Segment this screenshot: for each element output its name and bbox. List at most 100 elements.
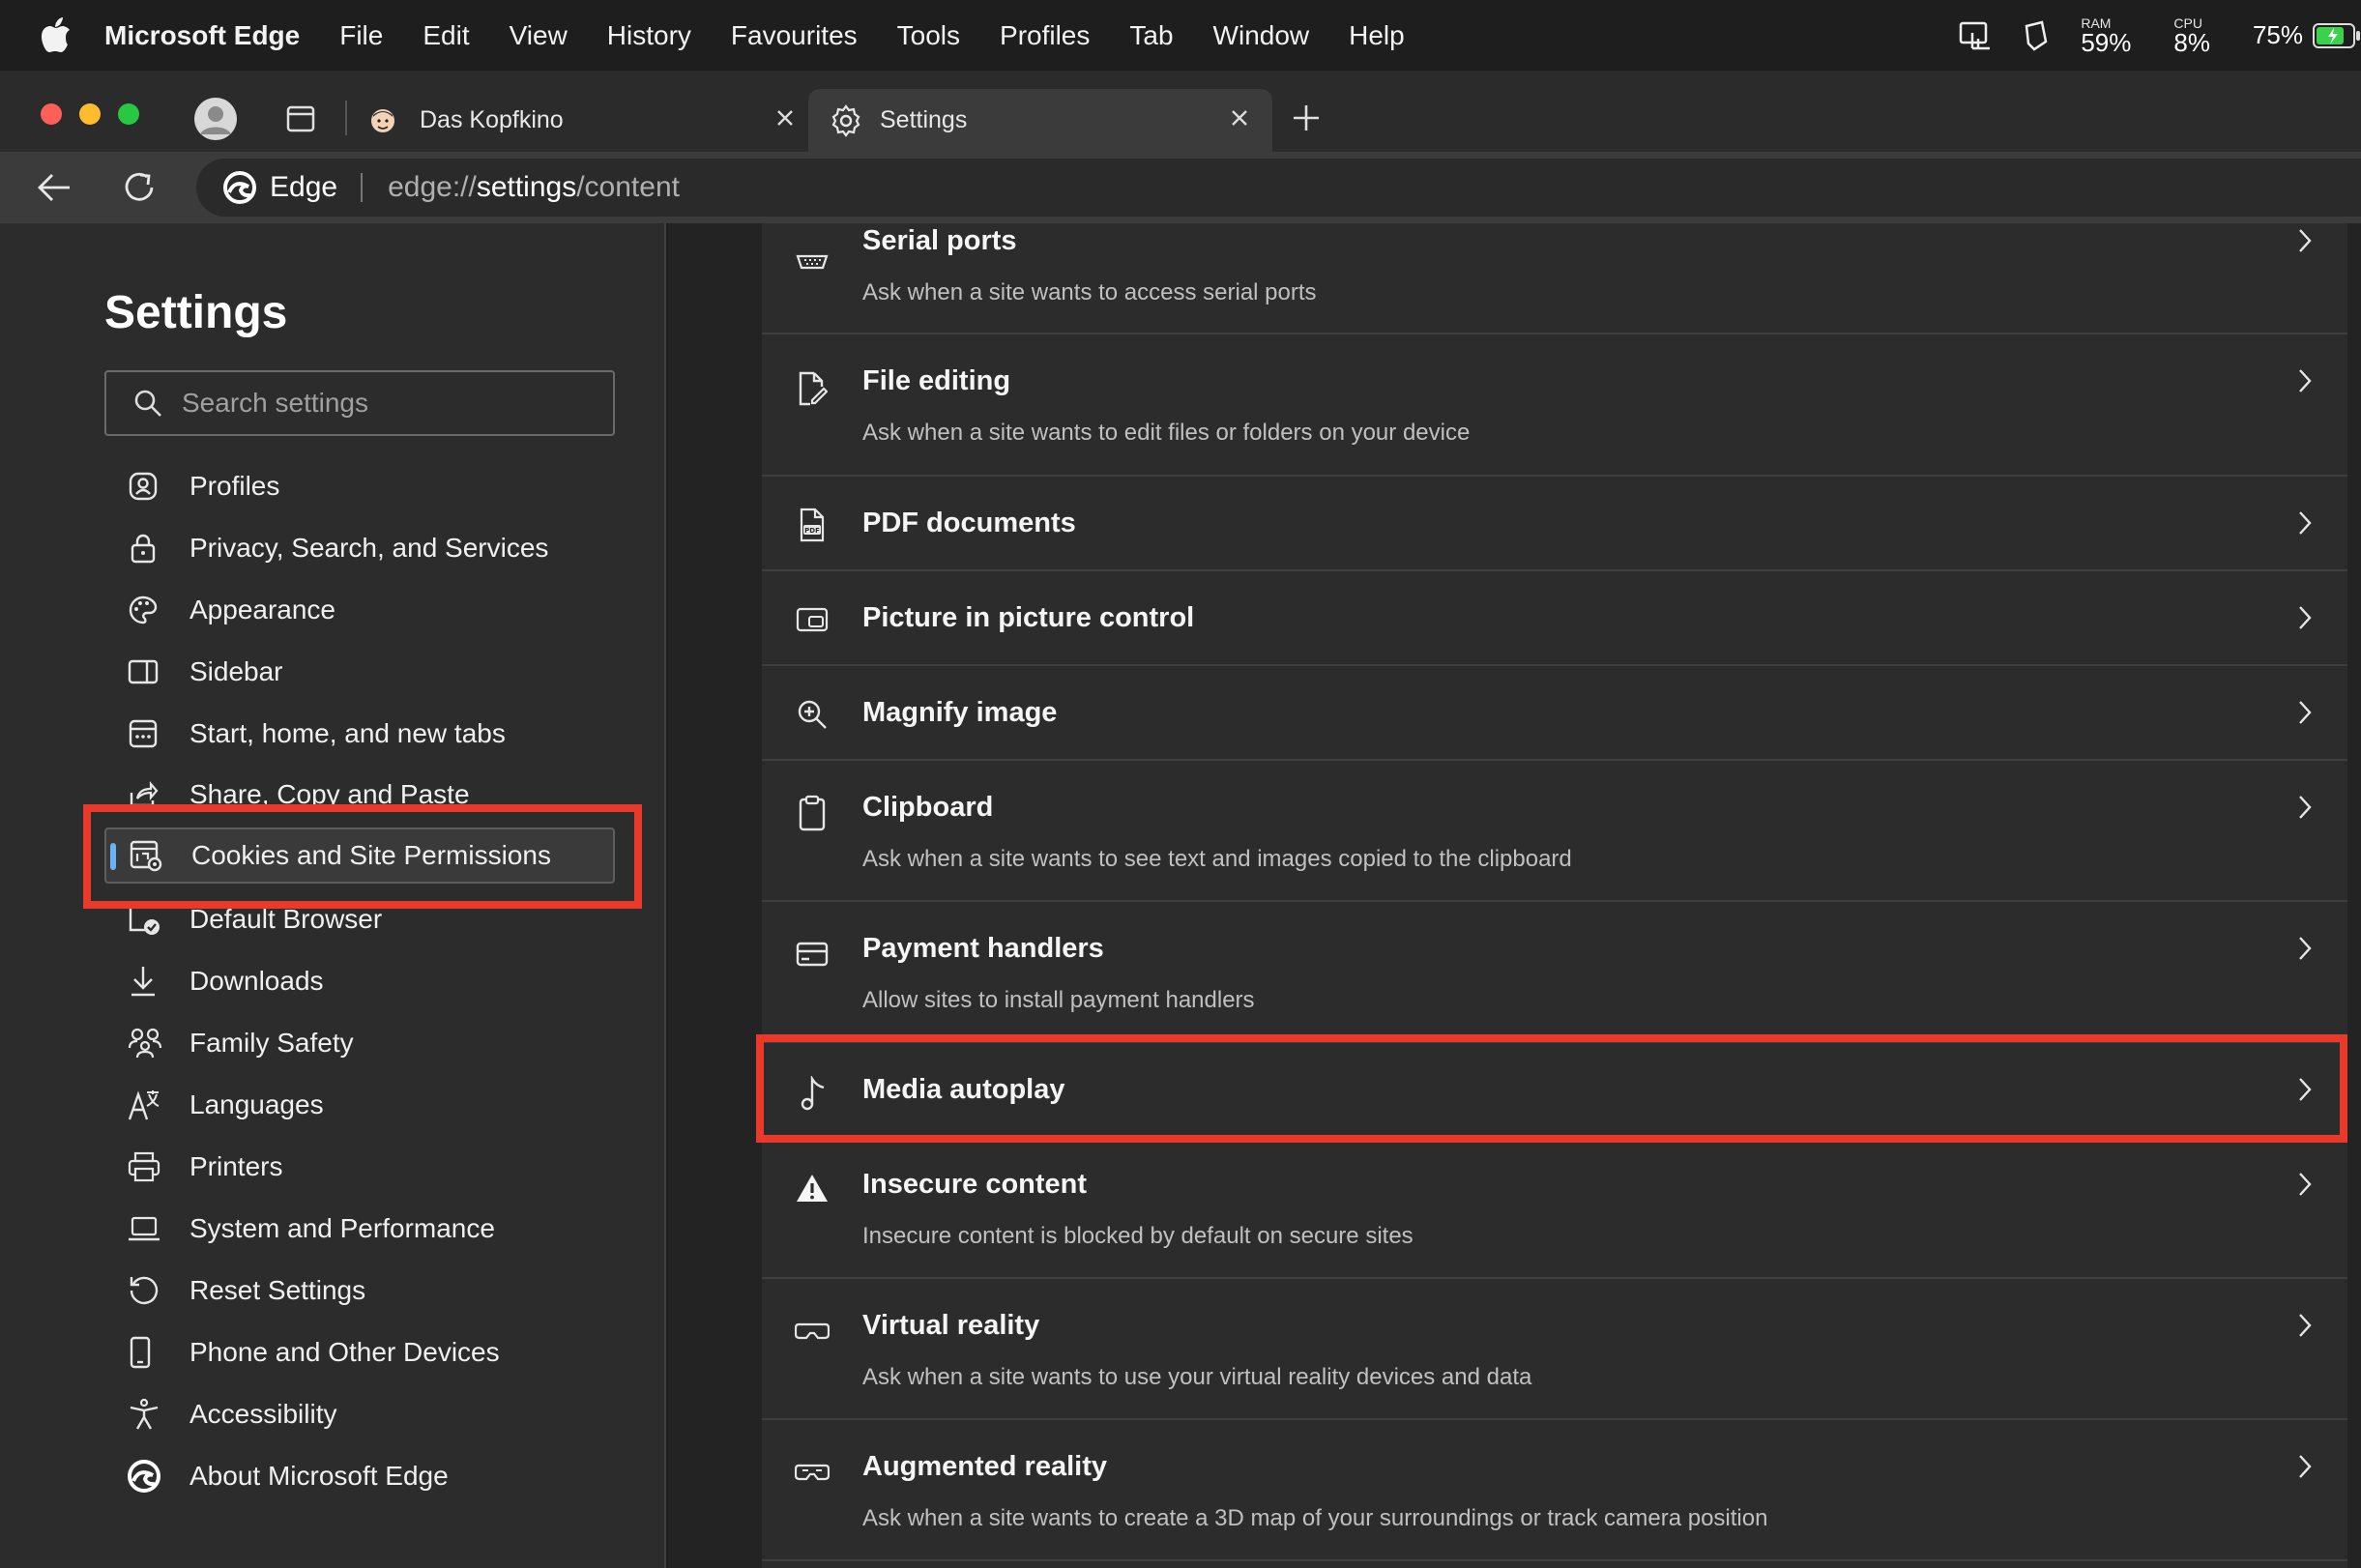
close-tab-icon[interactable] — [1228, 106, 1251, 130]
minimize-window-button[interactable] — [79, 103, 101, 125]
ar-headset-icon — [793, 1453, 831, 1492]
languages-icon — [128, 1089, 176, 1121]
sidebar-item-label: Family Safety — [189, 1028, 354, 1058]
display-icon[interactable] — [1959, 21, 1994, 50]
permission-row-picture-in-picture[interactable]: Picture in picture control — [762, 571, 2347, 666]
gear-icon — [830, 103, 862, 137]
permission-row-file-editing[interactable]: File editing Ask when a site wants to ed… — [762, 334, 2347, 477]
refresh-icon[interactable] — [121, 169, 158, 206]
sidebar-item-label: Phone and Other Devices — [189, 1337, 500, 1367]
sidebar-item-label: Downloads — [189, 966, 324, 996]
permission-title: PDF documents — [862, 508, 1076, 538]
sidebar-item-system[interactable]: System and Performance — [104, 1201, 615, 1257]
menu-history[interactable]: History — [607, 20, 691, 51]
search-box[interactable] — [104, 370, 615, 436]
menu-favourites[interactable]: Favourites — [731, 20, 858, 51]
favicon-kopfkino-icon — [369, 107, 396, 134]
family-icon — [128, 1027, 176, 1060]
permission-description: Ask when a site wants to use your virtua… — [862, 1364, 1532, 1390]
battery-percent: 75% — [2252, 20, 2303, 49]
permission-description: Ask when a site wants to see text and im… — [862, 846, 1572, 872]
sidebar-item-languages[interactable]: Languages — [104, 1077, 615, 1133]
close-window-button[interactable] — [41, 103, 62, 125]
palette-icon — [128, 595, 176, 625]
menu-tab[interactable]: Tab — [1129, 20, 1173, 51]
sidebar-item-label: Accessibility — [189, 1399, 337, 1429]
menu-bar: Microsoft Edge File Edit View History Fa… — [0, 0, 2361, 71]
permission-row-augmented-reality[interactable]: Augmented reality Ask when a site wants … — [762, 1420, 2347, 1561]
address-url[interactable]: edge://settings/content — [388, 171, 680, 204]
share-icon — [128, 779, 176, 806]
sidebar-item-share[interactable]: Share, Copy and Paste — [104, 768, 615, 806]
menu-tools[interactable]: Tools — [897, 20, 960, 51]
sidebar-item-privacy[interactable]: Privacy, Search, and Services — [104, 520, 615, 576]
permission-row-serial-ports[interactable]: Serial ports Ask when a site wants to ac… — [762, 223, 2347, 334]
permission-row-clipboard[interactable]: Clipboard Ask when a site wants to see t… — [762, 761, 2347, 902]
cpu-value: 8% — [2173, 27, 2210, 57]
back-arrow-icon[interactable] — [37, 170, 72, 205]
chevron-right-icon — [2293, 365, 2317, 396]
zoom-window-button[interactable] — [118, 103, 139, 125]
permission-row-pdf[interactable]: PDF PDF documents — [762, 477, 2347, 571]
sidebar-item-downloads[interactable]: Downloads — [104, 953, 615, 1009]
menu-app-name[interactable]: Microsoft Edge — [104, 20, 300, 51]
menu-file[interactable]: File — [339, 20, 383, 51]
close-tab-icon[interactable] — [773, 106, 797, 130]
sidebar-item-label: Reset Settings — [189, 1275, 366, 1305]
magnify-icon — [793, 695, 831, 734]
chevron-right-icon — [2293, 225, 2317, 256]
sidebar-item-accessibility[interactable]: Accessibility — [104, 1386, 615, 1442]
sidebar-item-sidebar[interactable]: Sidebar — [104, 644, 615, 700]
sidebar-item-phone[interactable]: Phone and Other Devices — [104, 1324, 615, 1380]
sidebar-item-label: Sidebar — [189, 656, 283, 686]
sidebar-item-label: System and Performance — [189, 1213, 495, 1243]
menu-help[interactable]: Help — [1349, 20, 1405, 51]
permission-title: Insecure content — [862, 1169, 1088, 1200]
clipboard-icon — [793, 794, 831, 832]
serial-port-icon — [793, 243, 831, 281]
vertical-tabs-icon[interactable] — [286, 104, 315, 133]
sidebar-item-appearance[interactable]: Appearance — [104, 582, 615, 638]
permission-row-insecure-content[interactable]: Insecure content Insecure content is blo… — [762, 1138, 2347, 1279]
sidebar-item-profiles[interactable]: Profiles — [104, 458, 615, 514]
sidebar-item-printers[interactable]: Printers — [104, 1139, 615, 1195]
permission-row-magnify[interactable]: Magnify image — [762, 666, 2347, 761]
tab-das-kopfkino[interactable]: Das Kopfkino — [362, 89, 802, 152]
cpu-meter[interactable]: CPU 8% — [2173, 16, 2210, 55]
shield-app-icon[interactable] — [2023, 19, 2052, 51]
menu-edit[interactable]: Edit — [423, 20, 469, 51]
laptop-icon — [128, 1215, 176, 1242]
tab-settings[interactable]: Settings — [808, 89, 1272, 152]
search-icon — [133, 389, 162, 418]
profile-avatar-icon[interactable] — [194, 98, 237, 140]
chevron-right-icon — [2293, 933, 2317, 964]
apple-logo-icon[interactable] — [35, 15, 77, 57]
permission-title: Picture in picture control — [862, 602, 1195, 633]
address-divider — [361, 173, 364, 202]
sidebar-item-reset[interactable]: Reset Settings — [104, 1263, 615, 1319]
pip-icon — [793, 600, 831, 639]
chevron-right-icon — [2293, 602, 2317, 633]
chevron-right-icon — [2293, 792, 2317, 823]
permission-row-virtual-reality[interactable]: Virtual reality Ask when a site wants to… — [762, 1279, 2347, 1420]
edge-logo-icon — [223, 171, 256, 204]
permission-row-payment[interactable]: Payment handlers Allow sites to install … — [762, 902, 2347, 1043]
search-input[interactable] — [182, 388, 568, 419]
new-tab-icon[interactable] — [1292, 103, 1321, 132]
menu-profiles[interactable]: Profiles — [1000, 20, 1090, 51]
menu-view[interactable]: View — [510, 20, 568, 51]
profile-icon — [128, 471, 176, 502]
address-brand: Edge — [270, 171, 338, 203]
permission-title: Serial ports — [862, 225, 1017, 256]
sidebar-item-label: Share, Copy and Paste — [189, 779, 470, 806]
url-host: settings — [476, 171, 577, 203]
menu-window[interactable]: Window — [1213, 20, 1310, 51]
sidebar-item-start-home[interactable]: Start, home, and new tabs — [104, 706, 615, 762]
tab-title: Das Kopfkino — [420, 106, 564, 133]
permission-description: Ask when a site wants to edit files or f… — [862, 420, 1471, 446]
sidebar-item-about[interactable]: About Microsoft Edge — [104, 1448, 615, 1504]
ram-meter[interactable]: RAM 59% — [2081, 16, 2131, 55]
battery-icon[interactable] — [2313, 22, 2361, 48]
sidebar-item-family[interactable]: Family Safety — [104, 1015, 615, 1071]
address-bar[interactable]: Edge edge://settings/content — [196, 159, 2361, 217]
